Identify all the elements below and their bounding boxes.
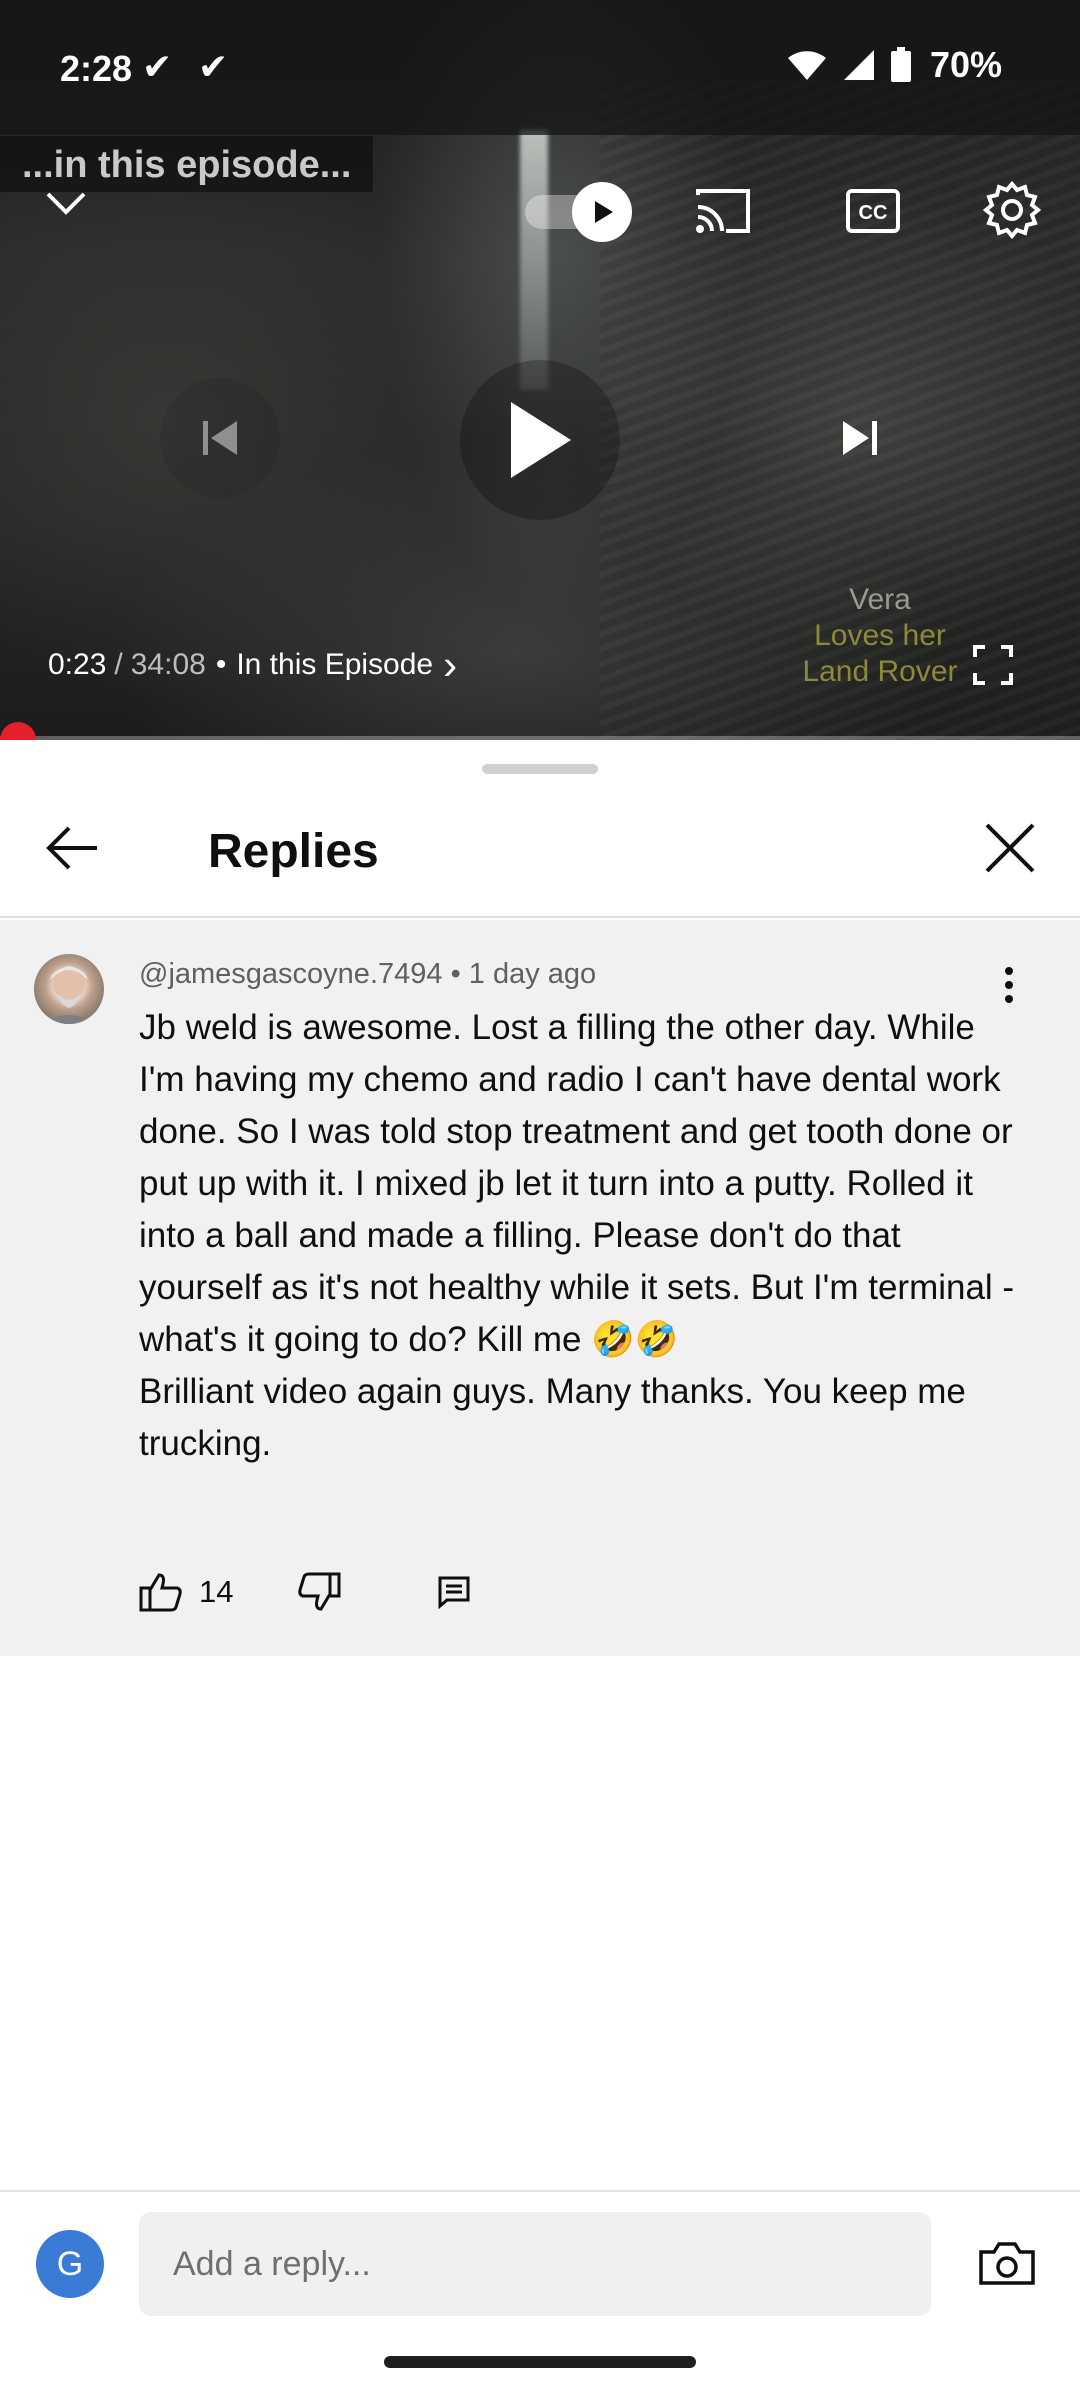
svg-text:CC: CC [859, 202, 888, 224]
replies-sheet: Replies @jamesgascoyne.7494 • 1 day ago … [0, 742, 1080, 2400]
sheet-header: Replies [0, 786, 1080, 918]
progress-bar[interactable] [0, 736, 1080, 740]
back-arrow-icon [46, 826, 97, 870]
channel-watermark: Vera Loves her Land Rover [790, 582, 970, 690]
notification-check-icon: ✔ [198, 46, 229, 87]
previous-button[interactable] [160, 378, 280, 498]
watermark-line: Vera [849, 583, 911, 616]
like-button[interactable]: 14 [139, 1572, 233, 1612]
thumb-down-icon [298, 1572, 341, 1611]
cast-button[interactable] [688, 176, 758, 246]
settings-gear-icon [982, 180, 1042, 240]
play-button[interactable] [460, 360, 620, 520]
comment-author[interactable]: @jamesgascoyne.7494 [139, 958, 443, 990]
back-button[interactable] [36, 812, 108, 884]
cast-icon [696, 189, 750, 233]
like-count: 14 [199, 1574, 234, 1609]
status-time: 2:28 [60, 48, 133, 89]
video-player[interactable]: ...in this episode... CC 0:23 / 34:08 • … [0, 0, 1080, 740]
fullscreen-icon [973, 645, 1013, 685]
camera-button[interactable] [972, 2228, 1042, 2298]
status-icons: 70% [786, 44, 1002, 86]
reply-button[interactable] [437, 1575, 471, 1609]
notification-check-icon: ✔ [142, 46, 173, 87]
reply-composer: G [0, 2190, 1080, 2330]
watermark-line: Loves her [814, 619, 946, 652]
camera-icon [979, 2242, 1035, 2285]
comment-text: Jb weld is awesome. Lost a filling the o… [139, 1008, 1015, 1463]
drag-handle[interactable] [482, 764, 598, 774]
time-bullet: • [215, 648, 227, 681]
battery-icon [890, 47, 911, 82]
meta-bullet: • [450, 958, 461, 990]
avatar[interactable] [34, 954, 104, 1024]
watermark-line: Land Rover [802, 655, 958, 688]
minimize-button[interactable] [36, 178, 96, 228]
time-separator: / [114, 648, 123, 681]
next-icon [843, 421, 877, 455]
previous-icon [203, 421, 237, 455]
status-bar: 2:28 ✔ ✔ 70% [0, 0, 1080, 135]
progress-scrubber[interactable] [0, 722, 36, 740]
settings-button[interactable] [974, 172, 1050, 248]
video-scene-waterfall [520, 130, 548, 390]
reply-comment-icon [438, 1576, 470, 1609]
avatar-face-image [44, 966, 94, 1024]
comment-item: @jamesgascoyne.7494 • 1 day ago Jb weld … [0, 920, 1080, 1656]
battery-percent: 70% [929, 44, 1002, 85]
current-user-avatar[interactable]: G [36, 2230, 104, 2298]
next-button[interactable] [800, 378, 920, 498]
cc-icon: CC [846, 189, 900, 233]
signal-icon [843, 50, 874, 80]
chapter-title: In this Episode [236, 648, 434, 681]
page-title: Replies [208, 825, 379, 878]
duration: 34:08 [130, 648, 206, 681]
comment-actions: 14 [139, 1560, 471, 1624]
close-icon [985, 823, 1035, 873]
comment-age: 1 day ago [468, 958, 597, 990]
autoplay-toggle[interactable] [572, 182, 632, 242]
autoplay-toggle-icon [595, 201, 613, 223]
reply-input[interactable] [139, 2212, 931, 2316]
dislike-button[interactable] [297, 1572, 341, 1612]
close-button[interactable] [974, 812, 1046, 884]
thumb-up-icon [139, 1573, 182, 1612]
chapter-link[interactable]: In this Episode › [236, 641, 458, 688]
current-time: 0:23 [48, 648, 107, 681]
home-indicator[interactable] [384, 2356, 696, 2368]
fullscreen-button[interactable] [968, 640, 1018, 690]
wifi-icon [787, 51, 826, 80]
time-display: 0:23 / 34:08 • In this Episode › [48, 641, 458, 688]
comment-meta: @jamesgascoyne.7494 • 1 day ago [139, 958, 596, 991]
captions-button[interactable]: CC [838, 176, 908, 246]
play-icon [511, 402, 571, 478]
chevron-down-icon [46, 192, 86, 215]
more-vert-icon [1005, 967, 1013, 1003]
chapter-chevron-icon: › [443, 641, 458, 688]
